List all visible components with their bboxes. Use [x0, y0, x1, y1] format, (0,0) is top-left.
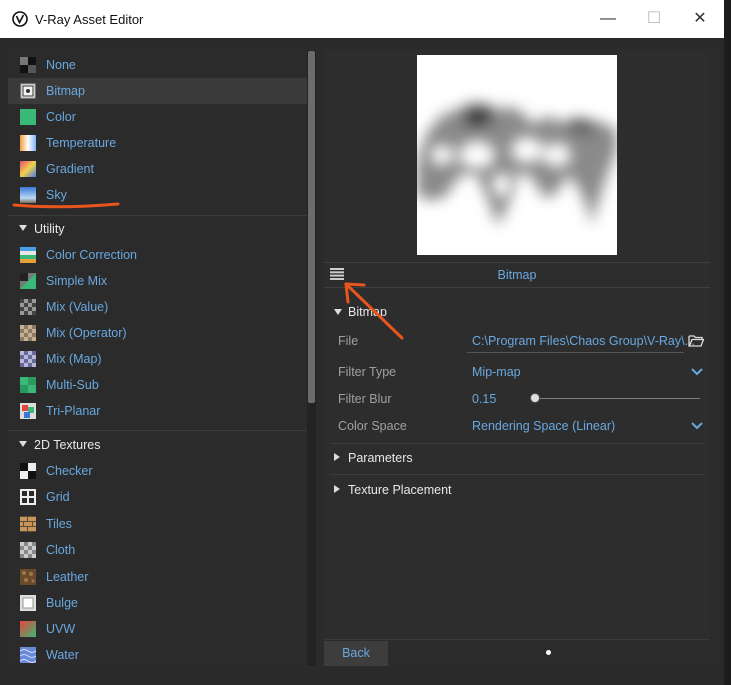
- underline-annotation: [12, 202, 120, 209]
- asset-editor-window: V-Ray Asset Editor — ☐ ✕ None Bitmap Col…: [0, 0, 724, 685]
- annotation-overlay: [12, 202, 404, 340]
- window-edge: [724, 38, 726, 678]
- arrow-annotation: [344, 282, 404, 340]
